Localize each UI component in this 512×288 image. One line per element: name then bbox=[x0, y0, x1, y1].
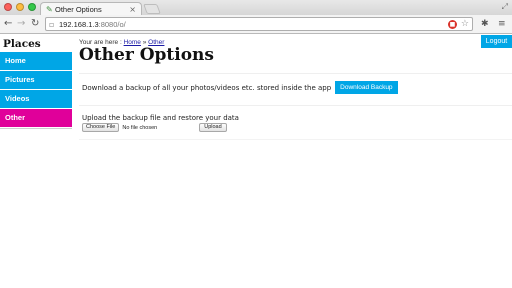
page-body: Places Home Pictures Videos Other Your a… bbox=[0, 35, 512, 288]
reload-icon[interactable]: ↻ bbox=[31, 18, 39, 30]
choose-file-button[interactable]: Choose File bbox=[82, 123, 120, 132]
tab-title: Other Options bbox=[55, 5, 102, 14]
sidebar-item-videos[interactable]: Videos bbox=[0, 90, 72, 108]
tab-close-icon[interactable]: × bbox=[129, 5, 136, 14]
url-host: 192.168.1.3 bbox=[59, 20, 99, 29]
address-bar[interactable]: ▫ 192.168.1.3:8080/o/ ■ ☆ bbox=[45, 17, 473, 31]
sidebar-divider bbox=[0, 128, 72, 129]
download-backup-button[interactable]: Download Backup bbox=[335, 81, 398, 94]
close-window-button[interactable] bbox=[4, 3, 12, 11]
sidebar-item-other[interactable]: Other bbox=[0, 109, 72, 127]
forward-arrow-icon[interactable]: → bbox=[17, 18, 25, 30]
favicon-icon: ✎ bbox=[46, 5, 53, 14]
page-info-icon[interactable]: ▫ bbox=[49, 19, 54, 30]
back-arrow-icon[interactable]: ← bbox=[4, 18, 12, 30]
maximize-window-button[interactable] bbox=[28, 3, 36, 11]
divider bbox=[79, 73, 512, 74]
restore-row: Choose File No file chosen Upload bbox=[82, 123, 227, 132]
browser-tab[interactable]: ✎ Other Options × bbox=[40, 2, 142, 16]
extension-icon[interactable]: ✱ bbox=[481, 18, 489, 30]
url-path: :8080/o/ bbox=[98, 20, 126, 29]
divider bbox=[79, 105, 512, 106]
bookmark-star-icon[interactable]: ☆ bbox=[461, 19, 469, 30]
new-tab-button[interactable] bbox=[143, 4, 161, 14]
sidebar-item-home[interactable]: Home bbox=[0, 52, 72, 70]
backup-row: Download a backup of all your photos/vid… bbox=[82, 81, 398, 94]
logout-button[interactable]: Logout bbox=[481, 35, 512, 48]
backup-description: Download a backup of all your photos/vid… bbox=[82, 83, 332, 92]
stop-sign-icon[interactable]: ■ bbox=[448, 20, 457, 29]
browser-toolbar: ← → ↻ ▫ 192.168.1.3:8080/o/ ■ ☆ ✱ ≡ bbox=[0, 15, 512, 34]
main-content: Your are here : Home » Other Other Optio… bbox=[79, 35, 512, 288]
browser-titlebar: ✎ Other Options × ⤢ bbox=[0, 0, 512, 16]
wrench-menu-icon[interactable]: ≡ bbox=[498, 18, 506, 30]
sidebar-item-pictures[interactable]: Pictures bbox=[0, 71, 72, 89]
page-title: Other Options bbox=[79, 45, 214, 65]
no-file-chosen-label: No file chosen bbox=[122, 124, 158, 131]
minimize-window-button[interactable] bbox=[16, 3, 24, 11]
upload-button[interactable]: Upload bbox=[199, 123, 227, 132]
sidebar: Places Home Pictures Videos Other bbox=[0, 35, 72, 288]
restore-description: Upload the backup file and restore your … bbox=[82, 114, 239, 122]
divider bbox=[79, 139, 512, 140]
url-text[interactable]: 192.168.1.3:8080/o/ bbox=[59, 20, 126, 29]
fullscreen-icon[interactable]: ⤢ bbox=[502, 2, 508, 11]
sidebar-title: Places bbox=[3, 38, 41, 50]
